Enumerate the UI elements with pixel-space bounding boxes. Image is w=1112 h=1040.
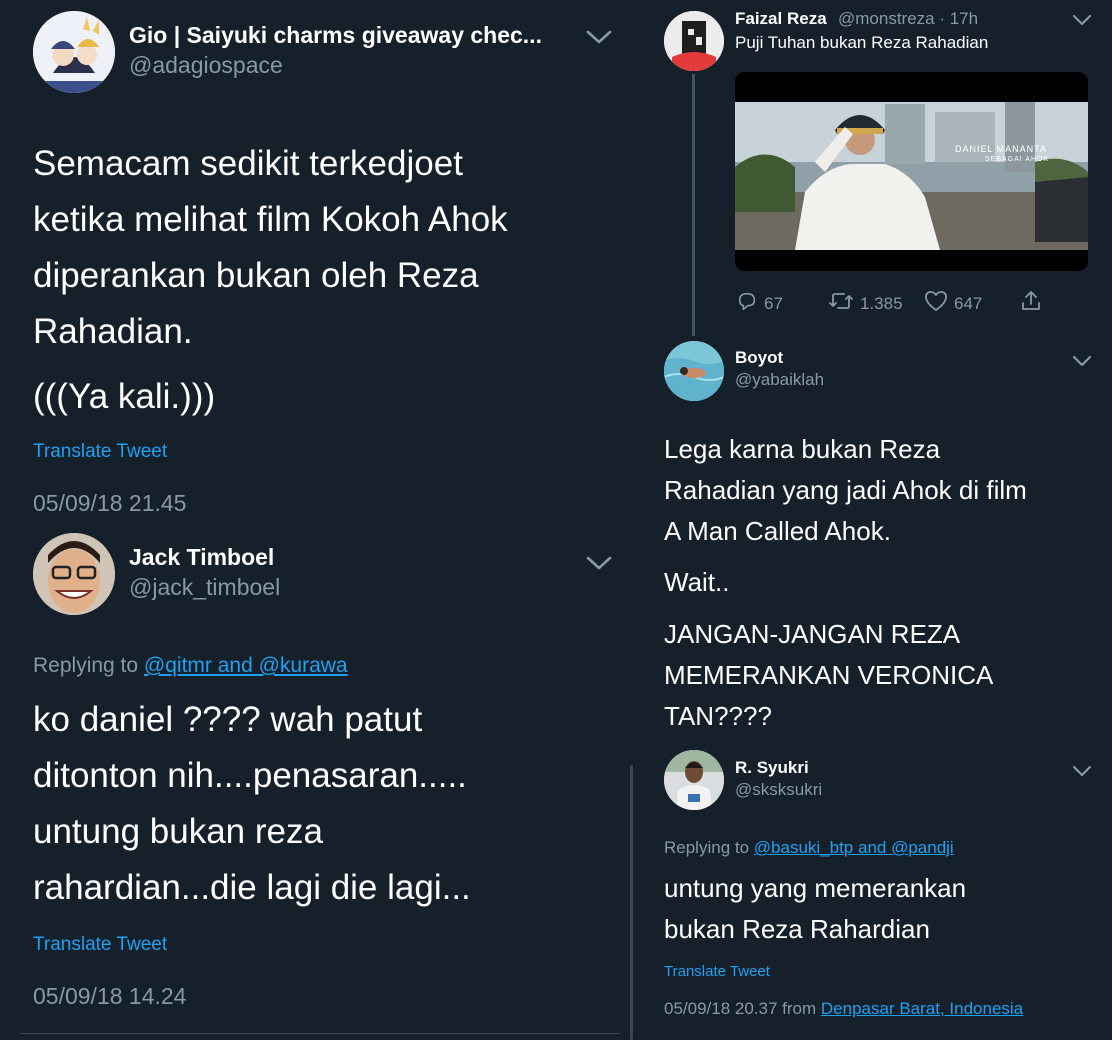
replying-prefix: Replying to [33,654,144,677]
tweet-text-line: MEMERANKAN VERONICA [664,660,994,690]
tweet-text-line: ditonton nih....penasaran..... [33,756,467,795]
tweet-text-line: rahardian...die lagi die lagi... [33,868,471,907]
avatar[interactable] [664,341,724,401]
avatar[interactable] [33,533,115,615]
media-caption-sub: SEBAGAI AHOK [985,156,1050,163]
scrollbar[interactable] [630,765,633,1040]
share-action[interactable] [1019,289,1043,318]
tweet-text-tertiary: JANGAN-JANGAN REZA MEMERANKAN VERONICA T… [664,614,993,737]
like-count: 647 [954,293,983,313]
chevron-down-icon[interactable] [1071,353,1093,374]
tweet-text-line: Rahadian. [33,312,193,351]
avatar[interactable] [664,11,724,71]
translate-tweet-link[interactable]: Translate Tweet [33,934,167,956]
tweet-timestamp[interactable]: 05/09/18 21.45 [33,490,186,517]
tweet-text-line: ketika melihat film Kokoh Ahok [33,200,508,239]
tweet-text: Puji Tuhan bukan Reza Rahadian [735,33,989,52]
avatar[interactable] [33,11,115,93]
tweet-text: Semacam sedikit terkedjoet ketika meliha… [33,136,613,360]
author-name[interactable]: Faizal Reza [735,9,827,29]
reply-action[interactable]: 67 [736,290,783,317]
tweet-text-line: A Man Called Ahok. [664,516,891,546]
share-icon [1019,289,1043,318]
tweet-text-secondary: (((Ya kali.))) [33,377,216,416]
reply-count: 67 [764,293,783,313]
chevron-down-icon[interactable] [1071,763,1093,784]
author-handle[interactable]: @jack_timboel [129,574,280,601]
translate-tweet-link[interactable]: Translate Tweet [33,441,167,463]
tweet-text-line: untung bukan reza [33,812,323,851]
tweet-text-line: diperankan bukan oleh Reza [33,256,479,295]
reply-icon [736,290,758,317]
author-handle-time[interactable]: @monstreza · 17h [838,9,978,29]
chevron-down-icon[interactable] [585,553,613,578]
thread-line [692,74,695,336]
tweet-text-line: TAN???? [664,701,772,731]
tweet-text-line: bukan Reza Rahardian [664,914,930,944]
tweet-text-line: Rahadian yang jadi Ahok di film [664,475,1027,505]
author-handle[interactable]: @yabaiklah [735,370,824,390]
translate-tweet-link[interactable]: Translate Tweet [664,963,770,980]
tweet-timestamp[interactable]: 05/09/18 14.24 [33,983,186,1010]
tweet-text-line: JANGAN-JANGAN REZA [664,619,961,649]
replying-to: Replying to @qitmr and @kurawa [33,654,348,678]
author-name[interactable]: Gio | Saiyuki charms giveaway chec... [129,22,542,49]
tweet-text-line: untung yang memerankan [664,873,967,903]
timestamp-text[interactable]: 05/09/18 20.37 from [664,999,821,1018]
retweet-icon [828,290,854,317]
replying-link[interactable]: @basuki_btp and @pandji [754,838,954,857]
tweet-text: Lega karna bukan Reza Rahadian yang jadi… [664,429,1094,552]
bottom-divider [20,1033,620,1034]
author-name[interactable]: Jack Timboel [129,544,274,571]
retweet-count: 1.385 [860,293,903,313]
tweet-media[interactable]: DANIEL MANANTA SEBAGAI AHOK [735,72,1088,271]
retweet-action[interactable]: 1.385 [828,290,903,317]
media-caption: DANIEL MANANTA [955,144,1048,154]
tweet-text-line: ko daniel ???? wah patut [33,700,423,739]
author-name[interactable]: Boyot [735,348,783,368]
chevron-down-icon[interactable] [585,27,613,52]
replying-link[interactable]: @qitmr and @kurawa [144,654,348,677]
like-icon [924,290,948,317]
tweet-text-line: Lega karna bukan Reza [664,434,941,464]
replying-to: Replying to @basuki_btp and @pandji [664,838,954,858]
tweet-text: ko daniel ???? wah patut ditonton nih...… [33,692,613,916]
tweet-text-secondary: Wait.. [664,567,730,597]
tweet-timestamp: 05/09/18 20.37 from Denpasar Barat, Indo… [664,999,1023,1019]
like-action[interactable]: 647 [924,290,982,317]
author-handle[interactable]: @adagiospace [129,52,283,79]
chevron-down-icon[interactable] [1071,12,1093,33]
author-name[interactable]: R. Syukri [735,758,809,778]
tweet-text: untung yang memerankan bukan Reza Rahard… [664,868,1094,950]
author-handle[interactable]: @sksksukri [735,780,822,800]
replying-prefix: Replying to [664,838,754,857]
avatar[interactable] [664,750,724,810]
location-link[interactable]: Denpasar Barat, Indonesia [821,999,1023,1018]
tweet-text-line: Semacam sedikit terkedjoet [33,144,463,183]
